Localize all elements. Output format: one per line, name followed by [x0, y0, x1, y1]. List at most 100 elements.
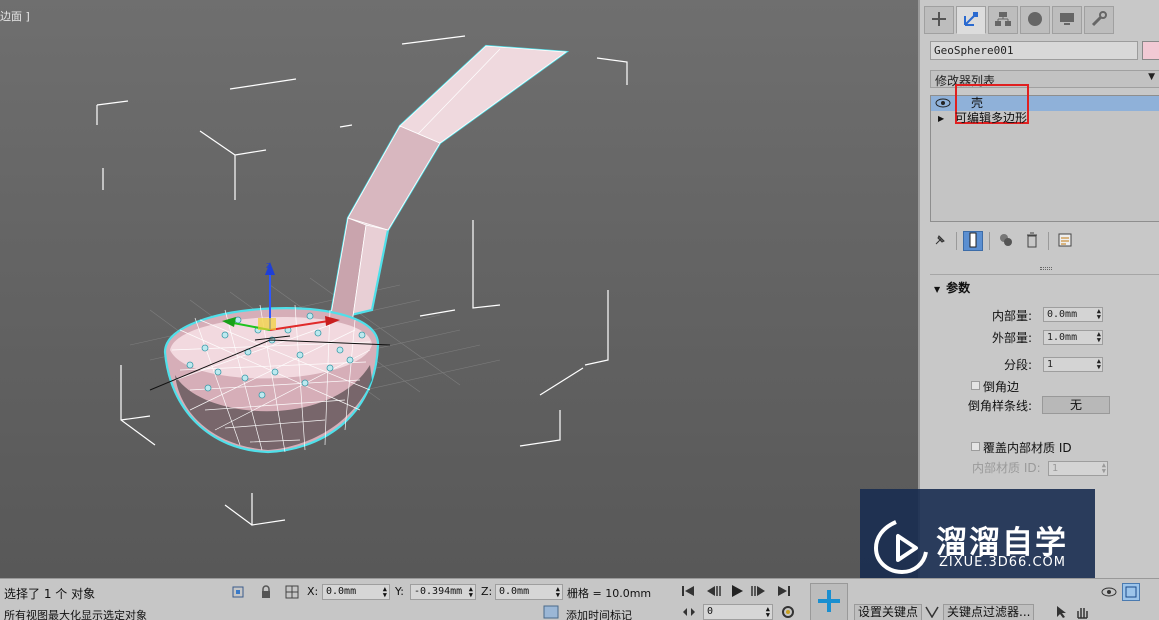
end-result-icon — [967, 232, 979, 251]
spinner-arrows-icon[interactable]: ▲ ▼ — [383, 586, 387, 599]
outer-amount-spinner[interactable]: 1.0mm ▲ ▼ — [1043, 330, 1103, 345]
frame-value: 0 — [707, 606, 714, 617]
tab-hierarchy[interactable] — [988, 6, 1018, 34]
select-arrow-icon[interactable] — [1054, 605, 1070, 619]
bevel-edges-checkbox[interactable] — [971, 381, 980, 390]
segments-value: 1 — [1047, 359, 1054, 370]
pin-stack-button[interactable] — [930, 231, 950, 251]
current-frame-field[interactable]: 0 ▲ ▼ — [703, 604, 773, 620]
pan-hand-icon[interactable] — [1074, 604, 1090, 620]
bevel-spline-button[interactable]: 无 — [1042, 396, 1110, 414]
frame-step-icon[interactable] — [682, 606, 696, 618]
show-end-result-button[interactable] — [963, 231, 983, 251]
z-coordinate-field[interactable]: 0.0mm ▲ ▼ — [495, 584, 563, 600]
inner-mat-id-spinner[interactable]: 1 ▲ ▼ — [1048, 461, 1108, 476]
stack-item-label: 可编辑多边形 — [955, 111, 1028, 125]
grid-size-readout: 栅格 = 10.0mm — [567, 587, 652, 600]
x-coordinate-field[interactable]: 0.0mm ▲ ▼ — [322, 584, 390, 600]
key-filters-button[interactable]: 关键点过滤器... — [943, 604, 1035, 620]
modifier-stack[interactable]: 壳 ▶ 可编辑多边形 — [930, 84, 1159, 222]
x-label: X: — [307, 585, 319, 598]
pin-icon — [933, 233, 947, 250]
viewport-scene: z — [96, 35, 628, 526]
tab-display[interactable] — [1052, 6, 1082, 34]
y-coordinate-field[interactable]: -0.394mm ▲ ▼ — [410, 584, 476, 600]
display-icon — [1058, 10, 1076, 31]
object-name-field[interactable]: GeoSphere001 — [930, 41, 1138, 60]
play-logo-icon — [874, 520, 928, 575]
absolute-mode-icon[interactable] — [284, 584, 300, 600]
spinner-arrows-icon[interactable]: ▲ ▼ — [469, 586, 473, 599]
divider — [1048, 232, 1049, 250]
segments-label: 分段: — [1003, 358, 1032, 372]
expand-arrow-icon[interactable]: ▶ — [938, 111, 944, 126]
ladle-handle — [328, 44, 570, 324]
tab-modify[interactable] — [956, 6, 986, 34]
rollout-title: 参数 — [946, 281, 971, 295]
set-key-mode-button[interactable]: 设置关键点 — [854, 604, 923, 620]
divider — [956, 232, 957, 250]
time-tag-icon[interactable] — [542, 604, 560, 620]
stack-item-shell[interactable]: 壳 — [931, 84, 1159, 124]
y-value: -0.394mm — [414, 586, 463, 597]
add-time-tag-label[interactable]: 添加时间标记 — [566, 607, 632, 620]
spinner-arrows-icon[interactable]: ▲ ▼ — [1097, 308, 1101, 321]
command-panel-tabs — [924, 6, 1114, 34]
svg-text:z: z — [266, 261, 271, 271]
stack-item-editable-poly[interactable]: ▶ 可编辑多边形 — [931, 111, 1159, 126]
status-bar: 选择了 1 个 对象 所有视图最大化显示选定对象 X: 0.0mm ▲ ▼ Y: -… — [0, 578, 1159, 620]
spinner-arrows-icon[interactable]: ▲ ▼ — [556, 586, 560, 599]
bevel-edges-label: 倒角边 — [983, 380, 1020, 394]
configure-modifier-sets-button[interactable] — [1055, 231, 1075, 251]
go-to-end-icon[interactable] — [776, 584, 792, 598]
modify-icon — [962, 10, 980, 31]
divider — [989, 232, 990, 250]
perspective-viewport[interactable]: 边面 ] z — [0, 0, 918, 578]
tab-motion[interactable] — [1020, 6, 1050, 34]
go-to-start-icon[interactable] — [680, 584, 696, 598]
isolate-selection-icon[interactable] — [230, 584, 246, 600]
lock-icon[interactable] — [258, 584, 274, 600]
spinner-arrows-icon[interactable]: ▲ ▼ — [1097, 358, 1101, 371]
override-inner-mat-label: 覆盖内部材质 ID — [983, 441, 1072, 455]
prompt-line: 所有视图最大化显示选定对象 — [4, 609, 147, 620]
trash-icon — [1026, 232, 1038, 251]
orbit-icon[interactable] — [1100, 584, 1118, 600]
next-frame-icon[interactable] — [750, 584, 768, 598]
make-unique-icon — [998, 232, 1014, 251]
maximize-viewport-icon[interactable] — [1122, 583, 1140, 601]
inner-amount-label: 内部量: — [991, 309, 1032, 323]
outer-amount-label: 外部量: — [991, 331, 1032, 345]
parameters-rollout-header[interactable]: ▼ 参数 — [934, 279, 970, 296]
stack-toolbar — [930, 230, 1075, 252]
time-config-icon[interactable] — [780, 605, 796, 619]
key-filter-icon[interactable] — [924, 605, 940, 619]
inner-amount-value: 0.0mm — [1047, 309, 1078, 320]
key-plus-icon — [815, 587, 843, 618]
tab-utilities[interactable] — [1084, 6, 1114, 34]
remove-modifier-button[interactable] — [1022, 231, 1042, 251]
segments-spinner[interactable]: 1 ▲ ▼ — [1043, 357, 1103, 372]
bevel-spline-label: 倒角样条线: — [968, 399, 1033, 413]
tab-create[interactable] — [924, 6, 954, 34]
spinner-arrows-icon[interactable]: ▲ ▼ — [1097, 331, 1101, 344]
selection-status: 选择了 1 个 对象 — [4, 587, 96, 601]
object-color-swatch[interactable] — [1142, 41, 1159, 60]
spinner-arrows-icon[interactable]: ▲ ▼ — [1102, 462, 1106, 475]
inner-amount-spinner[interactable]: 0.0mm ▲ ▼ — [1043, 307, 1103, 322]
make-unique-button[interactable] — [996, 231, 1016, 251]
chevron-down-icon: ▼ — [1148, 72, 1155, 82]
previous-frame-icon[interactable] — [704, 584, 722, 598]
z-label: Z: — [481, 585, 493, 598]
set-key-button[interactable] — [810, 583, 848, 620]
override-inner-mat-checkbox[interactable] — [971, 442, 980, 451]
inner-mat-id-value: 1 — [1052, 463, 1059, 474]
collapse-icon: ▼ — [934, 285, 941, 294]
z-value: 0.0mm — [499, 586, 530, 597]
x-value: 0.0mm — [326, 586, 357, 597]
inner-mat-id-label: 内部材质 ID: — [972, 461, 1041, 475]
panel-grip[interactable] — [1040, 267, 1052, 270]
y-label: Y: — [395, 585, 404, 598]
play-icon[interactable] — [728, 583, 746, 599]
spinner-arrows-icon[interactable]: ▲ ▼ — [766, 606, 770, 619]
